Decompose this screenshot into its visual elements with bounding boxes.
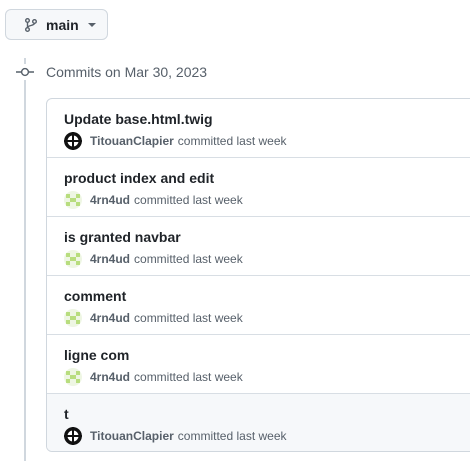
commit-message-link[interactable]: product index and edit xyxy=(64,170,214,186)
commit-time: committed last week xyxy=(177,429,287,443)
branch-selector-button[interactable]: main xyxy=(5,9,108,40)
black-white-avatar[interactable] xyxy=(64,132,82,150)
commit-row[interactable]: product index and edit 4rn4ud committed … xyxy=(47,158,470,217)
commit-author-link[interactable]: TitouanClapier xyxy=(90,134,174,148)
commit-meta: TitouanClapier committed last week xyxy=(64,427,287,445)
commit-row[interactable]: comment 4rn4ud committed last week xyxy=(47,276,470,335)
green-identicon-avatar[interactable] xyxy=(64,309,82,327)
commit-message-link[interactable]: Update base.html.twig xyxy=(64,111,213,127)
commit-meta: 4rn4ud committed last week xyxy=(64,309,243,327)
git-commit-icon xyxy=(16,64,34,80)
commit-time: committed last week xyxy=(134,193,243,207)
commit-row[interactable]: is granted navbar 4rn4ud committed last … xyxy=(47,217,470,276)
commit-author-link[interactable]: 4rn4ud xyxy=(90,193,130,207)
timeline-line xyxy=(24,58,26,461)
commit-message-link[interactable]: ligne com xyxy=(64,347,129,363)
branch-name: main xyxy=(46,16,79,33)
commit-time: committed last week xyxy=(134,311,243,325)
commit-author-link[interactable]: 4rn4ud xyxy=(90,370,130,384)
black-white-avatar[interactable] xyxy=(64,427,82,445)
commit-list: Update base.html.twig TitouanClapier com… xyxy=(46,98,470,452)
commit-meta: TitouanClapier committed last week xyxy=(64,132,287,150)
green-identicon-avatar[interactable] xyxy=(64,250,82,268)
commit-time: committed last week xyxy=(177,134,287,148)
commit-meta: 4rn4ud committed last week xyxy=(64,191,243,209)
commit-message-link[interactable]: is granted navbar xyxy=(64,229,181,245)
commit-row[interactable]: t TitouanClapier committed last week xyxy=(47,394,470,451)
commit-row[interactable]: ligne com 4rn4ud committed last week xyxy=(47,335,470,394)
commit-meta: 4rn4ud committed last week xyxy=(64,368,243,386)
commit-row[interactable]: Update base.html.twig TitouanClapier com… xyxy=(47,99,470,158)
green-identicon-avatar[interactable] xyxy=(64,191,82,209)
commit-meta: 4rn4ud committed last week xyxy=(64,250,243,268)
commit-message-link[interactable]: t xyxy=(64,406,69,422)
git-branch-icon xyxy=(25,17,37,32)
commit-author-link[interactable]: TitouanClapier xyxy=(90,429,174,443)
commit-author-link[interactable]: 4rn4ud xyxy=(90,252,130,266)
commit-message-link[interactable]: comment xyxy=(64,288,126,304)
commit-time: committed last week xyxy=(134,252,243,266)
commit-group-title: Commits on Mar 30, 2023 xyxy=(46,64,208,80)
chevron-down-icon xyxy=(87,22,96,27)
green-identicon-avatar[interactable] xyxy=(64,368,82,386)
commit-time: committed last week xyxy=(134,370,243,384)
commit-author-link[interactable]: 4rn4ud xyxy=(90,311,130,325)
